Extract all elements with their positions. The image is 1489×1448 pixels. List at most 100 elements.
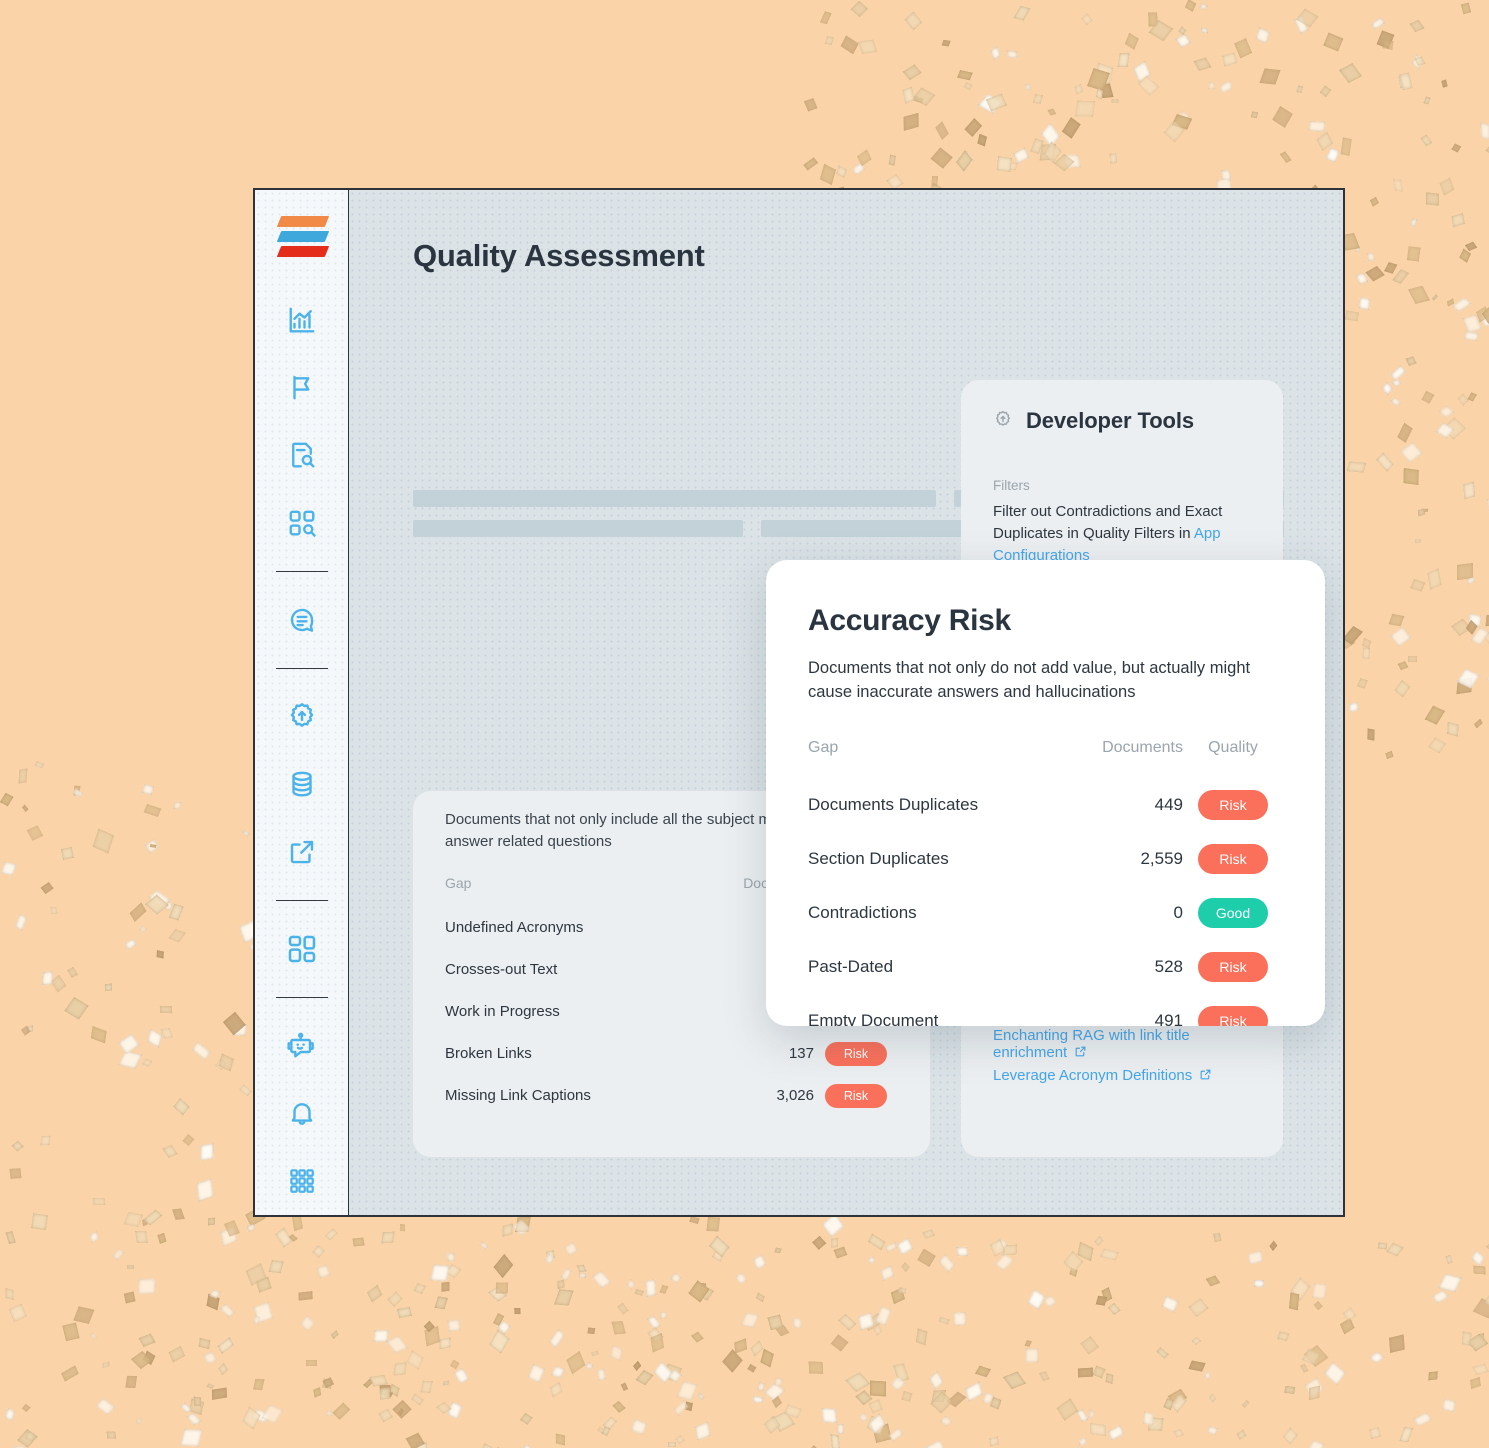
confetti-piece [1076, 1408, 1089, 1422]
sidebar-item-database[interactable] [276, 759, 328, 809]
confetti-piece [198, 1337, 211, 1349]
confetti-piece [148, 889, 171, 907]
confetti-piece [64, 997, 89, 1020]
confetti-piece [67, 967, 79, 979]
confetti-piece [901, 1391, 913, 1403]
portal-link[interactable]: Leverage Acronym Definitions [993, 1067, 1251, 1085]
company-logo[interactable] [276, 212, 329, 262]
confetti-piece [9, 1303, 28, 1323]
confetti-piece [771, 1410, 796, 1433]
confetti-piece [1369, 196, 1379, 207]
confetti-piece [612, 1401, 627, 1414]
confetti-piece [850, 0, 869, 18]
confetti-piece [492, 1313, 504, 1327]
confetti-piece [168, 929, 187, 944]
table-row: Broken Links 137 Risk [445, 1033, 898, 1075]
confetti-piece [196, 1178, 214, 1202]
confetti-piece [556, 1433, 565, 1446]
confetti-piece [325, 1410, 334, 1417]
confetti-piece [763, 1414, 781, 1434]
confetti-piece [587, 1327, 596, 1335]
document-search-icon [287, 440, 317, 470]
confetti-piece [245, 1263, 267, 1287]
confetti-piece [1247, 1250, 1264, 1265]
confetti-piece [1471, 1249, 1485, 1267]
confetti-piece [653, 1361, 673, 1385]
confetti-piece [896, 1238, 913, 1256]
sidebar-item-chatbot[interactable] [276, 1021, 328, 1071]
confetti-piece [929, 1371, 945, 1391]
confetti-piece [322, 1378, 334, 1389]
confetti-piece [1477, 1333, 1485, 1344]
confetti-piece [159, 1005, 173, 1013]
cell-documents: 137 [788, 1045, 814, 1062]
confetti-piece [965, 1381, 984, 1403]
sidebar-item-external-link[interactable] [276, 827, 328, 877]
confetti-piece [396, 1306, 412, 1318]
sidebar-item-flag[interactable] [276, 363, 328, 413]
confetti-piece [1053, 153, 1075, 172]
confetti-piece [324, 1228, 338, 1241]
confetti-piece [1308, 120, 1326, 132]
sidebar-item-analytics[interactable] [276, 295, 328, 345]
confetti-piece [774, 1247, 783, 1254]
confetti-piece [1078, 1437, 1087, 1446]
table-row: Contradictions 0 Good [808, 886, 1283, 940]
confetti-piece [1428, 737, 1447, 754]
confetti-piece [1466, 391, 1477, 402]
sidebar-item-grid-search[interactable] [276, 498, 328, 548]
sidebar-item-document-search[interactable] [276, 430, 328, 480]
confetti-piece [872, 1323, 883, 1336]
status-badge[interactable]: Risk [1198, 789, 1268, 820]
confetti-piece [977, 133, 987, 147]
status-badge[interactable]: Risk [825, 1083, 887, 1108]
gap-table: Gap Documents Quality Documents Duplicat… [808, 739, 1283, 1026]
status-badge[interactable]: Risk [825, 1041, 887, 1066]
confetti-piece [1389, 365, 1406, 382]
status-badge[interactable]: Risk [1198, 1005, 1268, 1026]
confetti-piece [890, 1376, 906, 1391]
confetti-piece [101, 1361, 110, 1369]
modal-description: Documents that not only do not add value… [808, 659, 1251, 702]
status-badge[interactable]: Risk [1198, 843, 1268, 874]
confetti-piece [413, 1282, 426, 1294]
column-header-gap: Gap [445, 874, 472, 891]
status-badge[interactable]: Good [1198, 897, 1268, 928]
table-row: Empty Document 491 Risk [808, 994, 1283, 1026]
confetti-piece [22, 1403, 31, 1412]
confetti-piece [1308, 1385, 1320, 1400]
confetti-piece [1272, 106, 1294, 129]
confetti-piece [182, 1134, 195, 1147]
robot-chatbot-icon [286, 1030, 318, 1062]
sidebar-item-settings[interactable] [276, 692, 328, 742]
confetti-piece [830, 1334, 850, 1352]
confetti-piece [1108, 1424, 1125, 1441]
confetti-piece [891, 1287, 906, 1305]
confetti-piece [1442, 416, 1467, 440]
confetti-piece [767, 1314, 784, 1331]
status-badge[interactable]: Risk [1198, 951, 1268, 982]
confetti-piece [1105, 1372, 1114, 1384]
confetti-piece [705, 1217, 720, 1232]
confetti-piece [90, 1332, 98, 1341]
confetti-piece [1472, 1298, 1489, 1319]
sidebar-item-apps[interactable] [276, 1156, 328, 1206]
confetti-piece [305, 1359, 317, 1367]
confetti-piece [925, 1440, 946, 1448]
confetti-piece [14, 913, 28, 932]
confetti-piece [1339, 1318, 1354, 1335]
sidebar-item-chat-document[interactable] [276, 595, 328, 645]
confetti-piece [253, 1302, 273, 1323]
portal-link[interactable]: Enchanting RAG with link title enrichmen… [993, 1027, 1251, 1062]
confetti-piece [1418, 508, 1426, 517]
confetti-piece [211, 1387, 228, 1400]
confetti-piece [916, 1327, 928, 1345]
sidebar-item-notifications[interactable] [276, 1088, 328, 1138]
sidebar-item-dashboard[interactable] [276, 924, 328, 974]
confetti-piece [220, 1225, 237, 1247]
confetti-piece [1109, 152, 1117, 164]
confetti-piece [72, 788, 83, 799]
confetti-piece [931, 176, 939, 187]
logo-bar-blue [276, 231, 329, 243]
confetti-piece [189, 1398, 204, 1415]
